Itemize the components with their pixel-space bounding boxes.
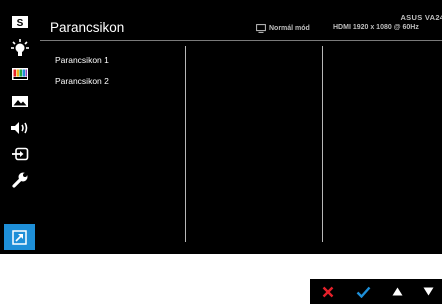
monitor-model: ASUS VA24D: [400, 13, 442, 22]
system-setup-icon: [11, 172, 27, 188]
header-divider: [40, 40, 442, 41]
sidebar-item-sound[interactable]: [4, 115, 35, 141]
svg-text:S: S: [16, 18, 23, 29]
signal-info: HDMI 1920 x 1080 @ 60Hz: [333, 24, 419, 31]
down-button[interactable]: [413, 279, 442, 304]
confirm-button[interactable]: [348, 279, 378, 304]
control-button-bar: [310, 279, 442, 304]
arrow-up-icon: [392, 287, 402, 296]
mode-label: Normál mód: [269, 25, 310, 32]
sound-icon: [10, 122, 27, 134]
sidebar-item-system[interactable]: [4, 167, 35, 193]
close-button[interactable]: [313, 279, 343, 304]
color-icon: [11, 68, 28, 80]
sidebar-item-color[interactable]: [4, 61, 35, 87]
sidebar: S: [0, 0, 40, 254]
splendid-icon: S: [11, 16, 28, 29]
sidebar-item-shortcut[interactable]: [4, 224, 35, 250]
up-button[interactable]: [382, 279, 412, 304]
sidebar-item-image[interactable]: [4, 88, 35, 114]
column-divider: [322, 46, 323, 242]
sidebar-item-blue-light[interactable]: [4, 35, 35, 61]
input-select-icon: [11, 147, 28, 161]
list-item-shortcut-1[interactable]: Parancsikon 1: [55, 55, 109, 65]
arrow-down-icon: [423, 287, 433, 296]
mode-indicator: Normál mód: [256, 24, 310, 33]
sidebar-item-input[interactable]: [4, 141, 35, 167]
page-title: Parancsikon: [50, 20, 125, 35]
shortcut-icon: [12, 229, 27, 245]
column-divider: [185, 46, 186, 242]
osd-menu: S Parancsikon ASUS VA2 Normál mód HDMI 1…: [0, 0, 442, 254]
image-icon: [11, 95, 28, 107]
check-icon: [356, 286, 370, 298]
blue-light-filter-icon: [10, 39, 29, 56]
close-icon: [322, 286, 334, 297]
monitor-icon: [256, 24, 266, 33]
list-item-shortcut-2[interactable]: Parancsikon 2: [55, 76, 109, 86]
sidebar-item-splendid[interactable]: S: [4, 9, 35, 35]
